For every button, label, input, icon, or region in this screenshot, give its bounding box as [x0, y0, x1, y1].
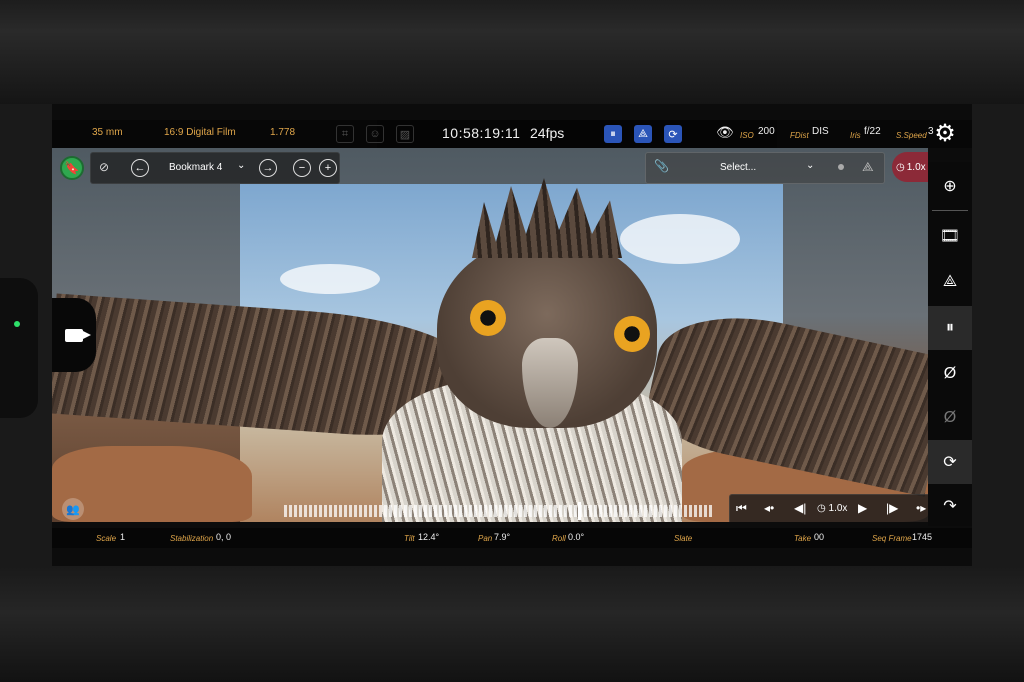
- next-bookmark-button[interactable]: →: [259, 159, 277, 177]
- redo-icon[interactable]: ↷: [928, 484, 972, 528]
- pause-icon[interactable]: ⏸: [928, 306, 972, 350]
- frame-forward-icon[interactable]: |▶: [886, 501, 898, 515]
- play-icon[interactable]: ▶: [858, 501, 867, 515]
- pan-label: Pan: [478, 534, 493, 543]
- step-forward-icon[interactable]: •▸: [916, 501, 926, 515]
- slate-label: Slate: [674, 534, 693, 543]
- eagle-eye-right: [614, 316, 650, 352]
- iris-label: Iris: [850, 131, 861, 140]
- speed-value: 1.0x: [906, 161, 926, 173]
- select-placeholder[interactable]: Select...: [720, 162, 756, 173]
- axis-icon[interactable]: ⟁: [928, 260, 972, 304]
- download-icon[interactable]: ⊕: [928, 164, 972, 208]
- roll-label: Roll: [552, 534, 566, 543]
- bezel-bottom: [0, 566, 1024, 682]
- eye-icon[interactable]: 👁: [716, 124, 734, 141]
- prev-bookmark-button[interactable]: ←: [131, 159, 149, 177]
- clock-icon: ◷: [896, 161, 905, 173]
- iris-value: f/22: [864, 126, 881, 137]
- iso-label: ISO: [740, 131, 754, 140]
- lens-value: 35 mm: [92, 127, 123, 138]
- dot-icon: [838, 164, 844, 170]
- stabilization-label: Stabilization: [170, 534, 214, 543]
- settings-gear-icon[interactable]: ⚙: [930, 118, 960, 148]
- person-icon[interactable]: ☺: [366, 125, 384, 143]
- tilt-value: 12.4°: [418, 532, 440, 542]
- sspeed-label: S.Speed: [896, 131, 927, 140]
- video-viewport[interactable]: 🔖 ⊘ ← Bookmark 4 ⌄ → − + 📎 Select... ⌄ ⟁…: [52, 148, 928, 522]
- face-detect-icon[interactable]: ⌗: [336, 125, 354, 143]
- pan-value: 7.9°: [494, 532, 511, 542]
- scale-value: 1: [120, 532, 126, 542]
- sidebar-divider: [932, 210, 968, 211]
- eagle-eye-left: [470, 300, 506, 336]
- camera-pill: [0, 278, 38, 418]
- bottom-status-bar: Scale 1 Stabilization 0, 0 Tilt 12.4° Pa…: [52, 528, 972, 548]
- chevron-down-icon[interactable]: ⌄: [237, 160, 245, 171]
- timeline-scrubber[interactable]: [284, 505, 714, 517]
- frame-back-icon[interactable]: ◀|: [794, 501, 806, 515]
- right-sidebar: ⊕ 🎞 ⟁ ⏸ Ø Ø ⟳ ↷: [928, 162, 972, 526]
- scale-label: Scale: [96, 534, 117, 543]
- top-status-bar: 35 mm 16:9 Digital Film 1.778 ⌗ ☺ ▨ 10:5…: [52, 120, 972, 148]
- seqframe-label: Seq Frame: [872, 534, 912, 543]
- skip-start-icon[interactable]: ⏮: [736, 501, 747, 516]
- fps: 24fps: [530, 125, 565, 141]
- hatch-icon[interactable]: ▨: [396, 125, 414, 143]
- scrubber-playhead[interactable]: [578, 502, 581, 520]
- cloud: [280, 264, 380, 294]
- bezel-right: [972, 104, 1024, 566]
- axis-icon[interactable]: ⟁: [862, 159, 874, 175]
- timecode: 10:58:19:11: [442, 125, 521, 141]
- transport-speed[interactable]: ◷ 1.0x: [817, 503, 847, 514]
- zero-icon[interactable]: Ø: [928, 352, 972, 396]
- step-back-icon[interactable]: ◂•: [764, 501, 774, 515]
- recording-status-dot: [14, 321, 20, 327]
- app-screen: 35 mm 16:9 Digital Film 1.778 ⌗ ☺ ▨ 10:5…: [52, 104, 972, 566]
- bookmark-bar: ⊘ ← Bookmark 4 ⌄ → − +: [90, 152, 340, 184]
- aspect-value: 1.778: [270, 127, 296, 138]
- zero-dim-icon[interactable]: Ø: [928, 396, 972, 440]
- tilt-label: Tilt: [404, 534, 415, 543]
- video-camera-icon: [65, 328, 91, 342]
- take-select-dropdown[interactable]: 📎 Select... ⌄ ⟁: [645, 152, 885, 184]
- paperclip-icon: 📎: [654, 159, 669, 173]
- cloud: [620, 214, 740, 264]
- format-value: 16:9 Digital Film: [164, 127, 236, 138]
- user-icon[interactable]: 👥: [62, 498, 84, 520]
- fdist-value: DIS: [812, 126, 829, 137]
- roll-value: 0.0°: [568, 532, 585, 542]
- sync-toggle-icon[interactable]: ⟳: [664, 125, 682, 143]
- seqframe-value: 1745: [912, 532, 933, 542]
- transport-speed-value: 1.0x: [828, 503, 848, 514]
- pause-toggle-icon[interactable]: ⏸: [604, 125, 622, 143]
- film-icon[interactable]: 🎞: [928, 214, 972, 258]
- axis-toggle-icon[interactable]: ⟁: [634, 125, 652, 143]
- add-bookmark-button[interactable]: +: [319, 159, 337, 177]
- stabilization-value: 0, 0: [216, 532, 232, 542]
- transport-controls: ⏮ ◂• ◀| ◷ 1.0x ▶ |▶ •▸: [729, 494, 928, 522]
- bezel-top: [0, 0, 1024, 104]
- take-label: Take: [794, 534, 812, 543]
- playback-speed-pill[interactable]: ◷ 1.0x: [892, 152, 928, 182]
- camera-record-button[interactable]: [52, 298, 96, 372]
- remove-bookmark-button[interactable]: −: [293, 159, 311, 177]
- take-value: 00: [814, 532, 825, 542]
- iso-value: 200: [758, 126, 775, 137]
- sync-icon[interactable]: ⟳: [928, 440, 972, 484]
- bookmark-button[interactable]: 🔖: [60, 156, 84, 180]
- hide-markers-icon[interactable]: ⊘: [99, 160, 109, 174]
- chevron-down-icon[interactable]: ⌄: [806, 160, 814, 171]
- bookmark-select-label[interactable]: Bookmark 4: [169, 162, 222, 173]
- fdist-label: FDist: [790, 131, 809, 140]
